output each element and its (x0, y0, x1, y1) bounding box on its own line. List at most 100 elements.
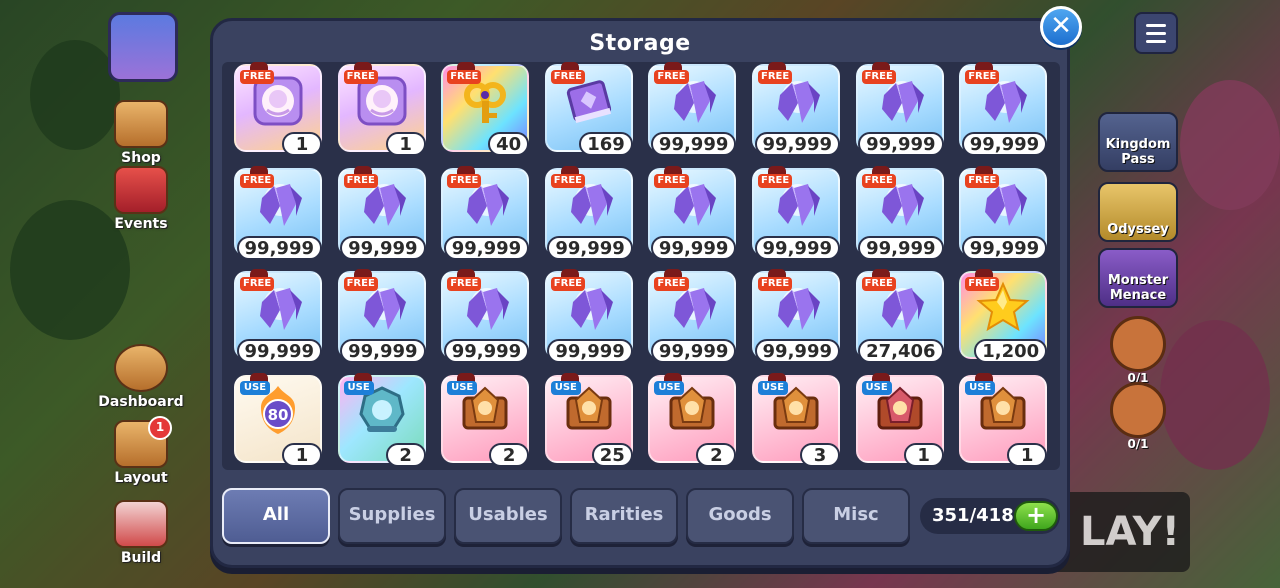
item-tag: FREE (343, 70, 378, 84)
item-tag: FREE (758, 277, 793, 291)
layout-badge: 1 (148, 416, 172, 440)
tab-misc[interactable]: Misc (802, 488, 910, 544)
item-quantity: 1 (385, 132, 426, 156)
item-quantity: 99,999 (340, 235, 426, 260)
item-quantity: 2 (489, 442, 530, 467)
storage-item[interactable]: FREE 99,999 (855, 62, 944, 156)
storage-item[interactable]: FREE 99,999 (855, 165, 944, 260)
storage-item[interactable]: FREE 99,999 (234, 269, 322, 363)
storage-item[interactable]: FREE 27,406 (855, 269, 944, 363)
item-quantity: 1 (903, 442, 944, 467)
storage-item[interactable]: FREE 1,200 (959, 269, 1048, 363)
gift-icon (114, 166, 168, 214)
item-quantity: 40 (488, 132, 530, 156)
storage-item[interactable]: FREE 99,999 (544, 269, 633, 363)
item-quantity: 99,999 (754, 339, 840, 363)
tab-all[interactable]: All (222, 488, 330, 544)
storage-capacity: 351/418 + (920, 498, 1060, 534)
capacity-text: 351/418 (932, 505, 1014, 526)
item-quantity: 99,999 (443, 235, 530, 260)
storage-item[interactable]: FREE 99,999 (544, 165, 633, 260)
item-quantity: 99,999 (650, 339, 737, 363)
storage-item[interactable]: USE 25 (544, 372, 633, 467)
item-tag: FREE (965, 173, 1000, 188)
item-tag: FREE (758, 70, 793, 84)
tab-goods[interactable]: Goods (686, 488, 794, 544)
item-quantity: 99,999 (754, 235, 840, 260)
item-quantity: 3 (800, 442, 840, 467)
tab-usables[interactable]: Usables (454, 488, 562, 544)
item-tag: USE (758, 380, 788, 395)
storage-item[interactable]: USE 1 (855, 372, 944, 467)
storage-item[interactable]: FREE 99,999 (441, 269, 530, 363)
item-tag: USE (861, 380, 892, 395)
dialog-title: Storage (589, 31, 691, 56)
item-tag: FREE (240, 277, 275, 291)
expand-storage-button[interactable]: + (1014, 501, 1058, 531)
shop-button[interactable]: Shop (96, 100, 186, 166)
item-quantity: 1 (282, 442, 322, 467)
tab-supplies[interactable]: Supplies (338, 488, 446, 544)
shop-icon (114, 100, 168, 148)
storage-item[interactable]: USE 1 (959, 372, 1048, 467)
storage-item[interactable]: FREE 99,999 (959, 62, 1048, 156)
kingdom-pass-button[interactable]: Kingdom Pass (1098, 112, 1178, 172)
storage-item[interactable]: FREE 99,999 (752, 269, 840, 363)
build-button[interactable]: Build (96, 500, 186, 566)
storage-item[interactable]: FREE 99,999 (752, 165, 840, 260)
play-button[interactable]: LAY! (1050, 492, 1190, 572)
storage-item[interactable]: FREE 169 (544, 62, 633, 156)
main-menu-button[interactable] (1134, 12, 1178, 54)
storage-item[interactable]: FREE 99,999 (337, 269, 426, 363)
item-tag: USE (240, 380, 270, 395)
odyssey-button[interactable]: Odyssey (1098, 182, 1178, 242)
storage-item[interactable]: FREE 99,999 (441, 165, 530, 260)
storage-item[interactable]: FREE 1 (234, 62, 322, 156)
item-quantity: 99,999 (754, 132, 840, 156)
item-tag: USE (447, 380, 478, 395)
dashboard-button[interactable]: Dashboard (96, 344, 186, 410)
item-grid[interactable]: FREE 1 FREE 1 FREE 40 FREE 169 FREE 99,999 FREE 99,… (222, 62, 1060, 470)
storage-item[interactable]: USE 2 (441, 372, 530, 467)
item-quantity: 2 (696, 442, 737, 467)
layout-button[interactable]: 1 Layout (96, 416, 186, 486)
item-quantity: 99,999 (961, 235, 1048, 260)
storage-item[interactable]: FREE 99,999 (959, 165, 1048, 260)
storage-item[interactable]: FREE 99,999 (648, 62, 737, 156)
storage-item[interactable]: FREE 99,999 (337, 165, 426, 260)
build-label: Build (120, 550, 162, 566)
item-tag: FREE (965, 70, 1000, 84)
storage-item[interactable]: 80 USE 1 (234, 372, 322, 467)
storage-item[interactable]: FREE 99,999 (752, 62, 840, 156)
build-icon (114, 500, 168, 548)
storage-item[interactable]: FREE 99,999 (648, 165, 737, 260)
quest-sword-2[interactable]: 0/1 (1110, 382, 1166, 451)
item-tag: FREE (861, 173, 896, 188)
tab-rarities[interactable]: Rarities (570, 488, 678, 544)
item-quantity: 1,200 (974, 339, 1048, 363)
item-tag: FREE (861, 277, 896, 291)
item-tag: FREE (343, 277, 378, 291)
item-tag: FREE (965, 277, 1000, 291)
storage-item[interactable]: USE 3 (752, 372, 840, 467)
close-button[interactable]: ✕ (1040, 6, 1082, 48)
storage-item[interactable]: FREE 99,999 (648, 269, 737, 363)
storage-item[interactable]: USE 2 (648, 372, 737, 467)
storage-item[interactable]: FREE 40 (441, 62, 530, 156)
item-tag: FREE (550, 70, 585, 84)
odyssey-label: Odyssey (1107, 222, 1169, 237)
item-tag: FREE (550, 277, 585, 291)
storage-item[interactable]: USE 2 (337, 372, 426, 467)
storage-item[interactable]: FREE 99,999 (234, 165, 322, 260)
monster-menace-label: Monster Menace (1107, 273, 1169, 303)
monster-menace-button[interactable]: Monster Menace (1098, 248, 1178, 308)
item-tag: USE (343, 380, 374, 395)
item-quantity: 99,999 (858, 235, 944, 260)
events-button[interactable]: Events (96, 166, 186, 232)
events-label: Events (114, 216, 168, 232)
dashboard-icon (114, 344, 168, 392)
quest-sword-1[interactable]: 0/1 (1110, 316, 1166, 385)
item-quantity: 99,999 (650, 132, 737, 156)
storage-item[interactable]: FREE 1 (337, 62, 426, 156)
item-tag: FREE (550, 173, 585, 188)
